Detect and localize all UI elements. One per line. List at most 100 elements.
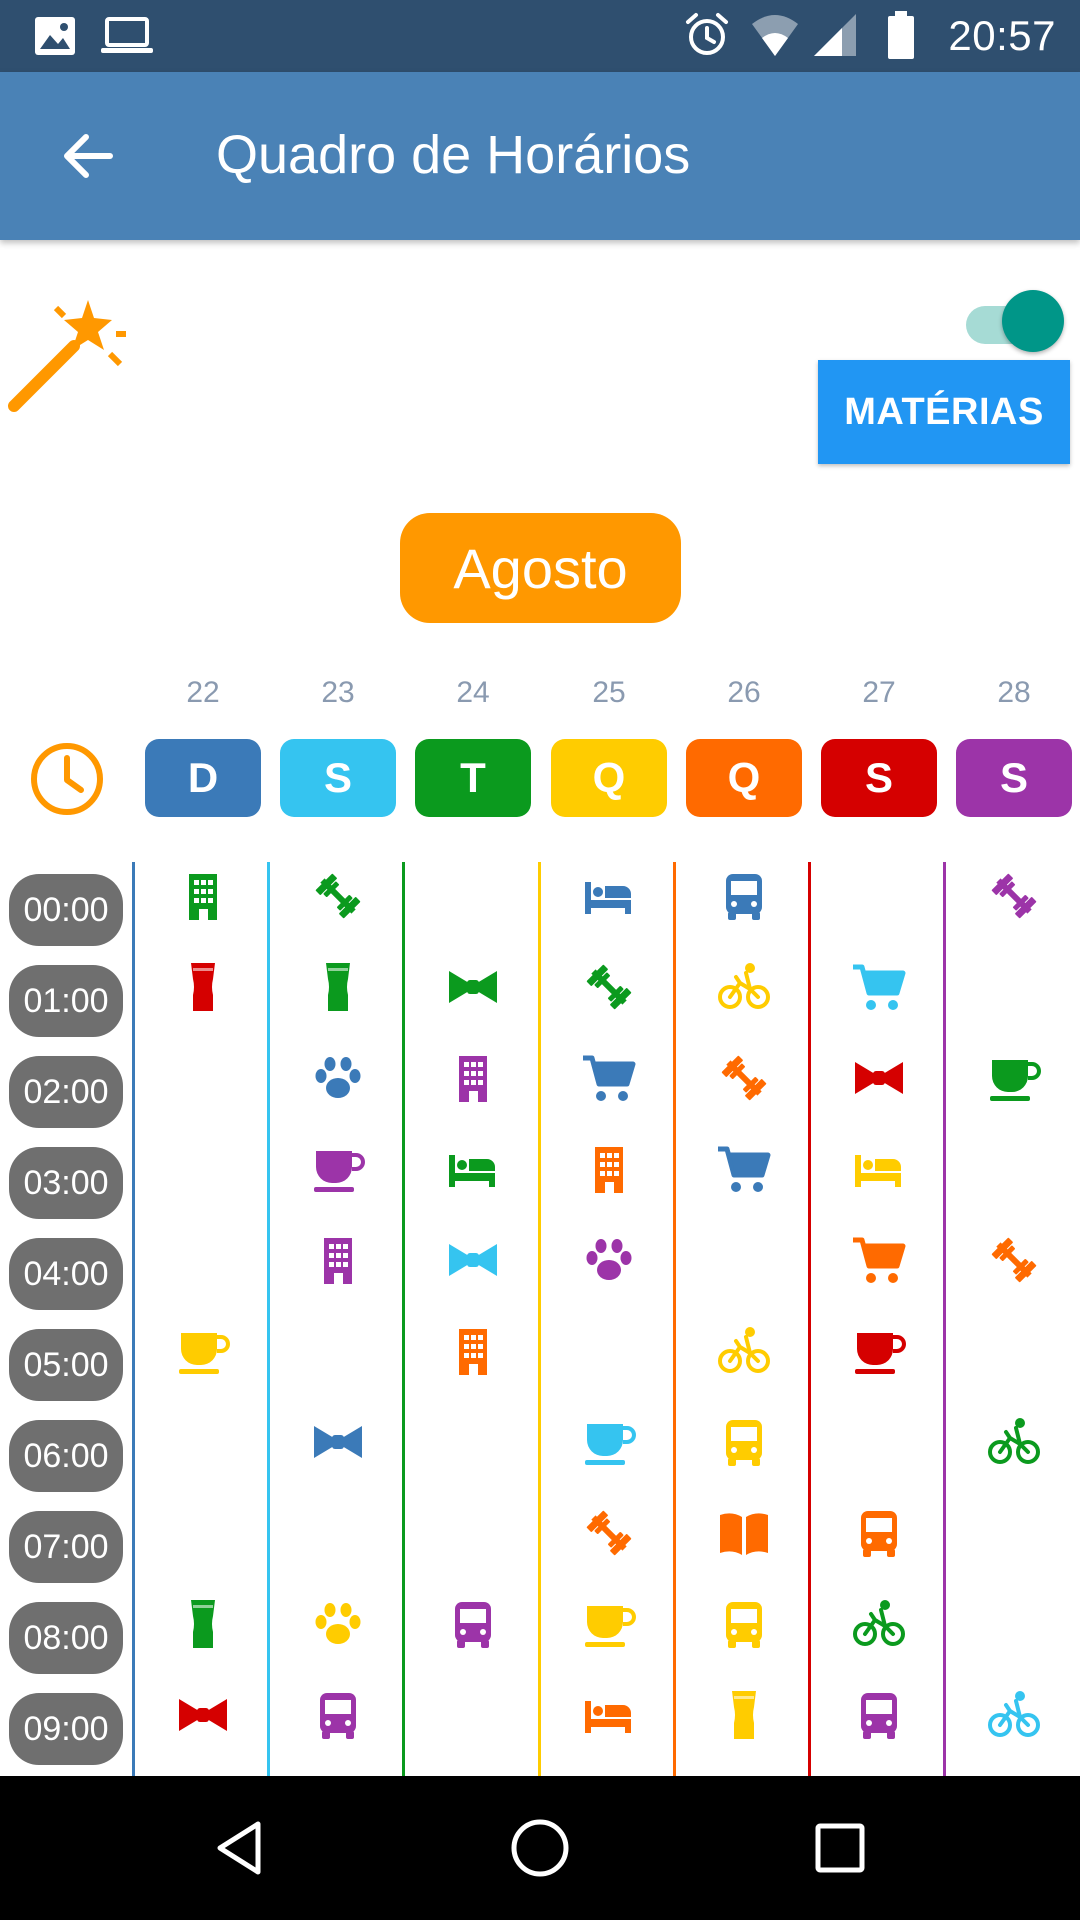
hour-label: 03:00 <box>9 1147 123 1219</box>
app-bar: Quadro de Horários <box>0 72 1080 240</box>
page-title: Quadro de Horários <box>216 125 691 185</box>
hour-label: 04:00 <box>9 1238 123 1310</box>
back-triangle-icon <box>217 1821 261 1875</box>
cup-icon[interactable] <box>986 1050 1042 1106</box>
beer-icon[interactable] <box>716 1687 772 1743</box>
hour-label: 07:00 <box>9 1511 123 1583</box>
bed-icon[interactable] <box>581 868 637 924</box>
day-column-line <box>538 862 541 1776</box>
nav-recents-button[interactable] <box>790 1798 890 1898</box>
bus-icon[interactable] <box>716 1414 772 1470</box>
dumbbell-icon[interactable] <box>581 1505 637 1561</box>
status-bar: 20:57 <box>0 0 1080 72</box>
paw-icon[interactable] <box>310 1596 366 1652</box>
dumbbell-icon[interactable] <box>310 868 366 924</box>
hour-label: 09:00 <box>9 1693 123 1765</box>
beer-icon[interactable] <box>175 1596 231 1652</box>
paw-icon[interactable] <box>310 1050 366 1106</box>
day-number: 23 <box>321 676 355 709</box>
book-icon[interactable] <box>716 1505 772 1561</box>
month-selector[interactable]: Agosto <box>400 513 681 623</box>
battery-icon <box>888 11 914 59</box>
bike-icon[interactable] <box>716 959 772 1015</box>
bike-icon[interactable] <box>986 1687 1042 1743</box>
cart-icon[interactable] <box>851 959 907 1015</box>
cart-icon[interactable] <box>851 1232 907 1288</box>
day-badge[interactable]: D <box>145 739 261 817</box>
day-column-line <box>943 862 946 1776</box>
bowtie-icon[interactable] <box>851 1050 907 1106</box>
back-button[interactable] <box>44 112 132 200</box>
dumbbell-icon[interactable] <box>581 959 637 1015</box>
day-badge[interactable]: Q <box>686 739 802 817</box>
day-number: 24 <box>456 676 490 709</box>
bus-icon[interactable] <box>716 1596 772 1652</box>
day-number: 28 <box>997 676 1031 709</box>
nav-home-button[interactable] <box>490 1798 590 1898</box>
bike-icon[interactable] <box>716 1323 772 1379</box>
bed-icon[interactable] <box>445 1141 501 1197</box>
bowtie-icon[interactable] <box>310 1414 366 1470</box>
recents-square-icon <box>815 1823 865 1873</box>
status-time: 20:57 <box>948 12 1056 59</box>
hour-label: 02:00 <box>9 1056 123 1128</box>
day-badge[interactable]: S <box>956 739 1072 817</box>
bowtie-icon[interactable] <box>175 1687 231 1743</box>
building-icon[interactable] <box>310 1232 366 1288</box>
hour-label: 08:00 <box>9 1602 123 1674</box>
bus-icon[interactable] <box>445 1596 501 1652</box>
hour-label: 01:00 <box>9 965 123 1037</box>
dumbbell-icon[interactable] <box>716 1050 772 1106</box>
alarm-icon <box>686 13 728 55</box>
magic-wand-button[interactable] <box>8 296 128 416</box>
bus-icon[interactable] <box>851 1505 907 1561</box>
cup-icon[interactable] <box>581 1596 637 1652</box>
hour-label: 05:00 <box>9 1329 123 1401</box>
home-circle-icon <box>511 1819 569 1877</box>
laptop-icon <box>101 17 153 53</box>
toggle-thumb <box>1002 290 1064 352</box>
bed-icon[interactable] <box>851 1141 907 1197</box>
beer-icon[interactable] <box>175 959 231 1015</box>
day-number: 22 <box>186 676 220 709</box>
bus-icon[interactable] <box>310 1687 366 1743</box>
magic-wand-icon <box>8 300 126 412</box>
navigation-bar <box>0 1776 1080 1920</box>
bike-icon[interactable] <box>851 1596 907 1652</box>
bowtie-icon[interactable] <box>445 1232 501 1288</box>
day-number: 26 <box>727 676 761 709</box>
building-icon[interactable] <box>445 1323 501 1379</box>
day-badge[interactable]: T <box>415 739 531 817</box>
toggle-switch[interactable] <box>962 288 1064 352</box>
cup-icon[interactable] <box>581 1414 637 1470</box>
day-badge[interactable]: S <box>280 739 396 817</box>
dumbbell-icon[interactable] <box>986 868 1042 924</box>
arrow-back-icon <box>64 134 113 178</box>
cup-icon[interactable] <box>851 1323 907 1379</box>
cart-icon[interactable] <box>716 1141 772 1197</box>
day-badge[interactable]: Q <box>551 739 667 817</box>
day-column-line <box>673 862 676 1776</box>
day-column-line <box>808 862 811 1776</box>
day-number: 25 <box>592 676 626 709</box>
beer-icon[interactable] <box>310 959 366 1015</box>
bus-icon[interactable] <box>716 868 772 924</box>
day-badge[interactable]: S <box>821 739 937 817</box>
bus-icon[interactable] <box>851 1687 907 1743</box>
building-icon[interactable] <box>445 1050 501 1106</box>
day-column-line <box>402 862 405 1776</box>
hour-label: 00:00 <box>9 874 123 946</box>
day-column-line <box>267 862 270 1776</box>
bowtie-icon[interactable] <box>445 959 501 1015</box>
building-icon[interactable] <box>175 868 231 924</box>
building-icon[interactable] <box>581 1141 637 1197</box>
cup-icon[interactable] <box>175 1323 231 1379</box>
nav-back-button[interactable] <box>190 1798 290 1898</box>
cup-icon[interactable] <box>310 1141 366 1197</box>
dumbbell-icon[interactable] <box>986 1232 1042 1288</box>
materias-button[interactable]: MATÉRIAS <box>818 360 1070 464</box>
bed-icon[interactable] <box>581 1687 637 1743</box>
paw-icon[interactable] <box>581 1232 637 1288</box>
bike-icon[interactable] <box>986 1414 1042 1470</box>
cart-icon[interactable] <box>581 1050 637 1106</box>
